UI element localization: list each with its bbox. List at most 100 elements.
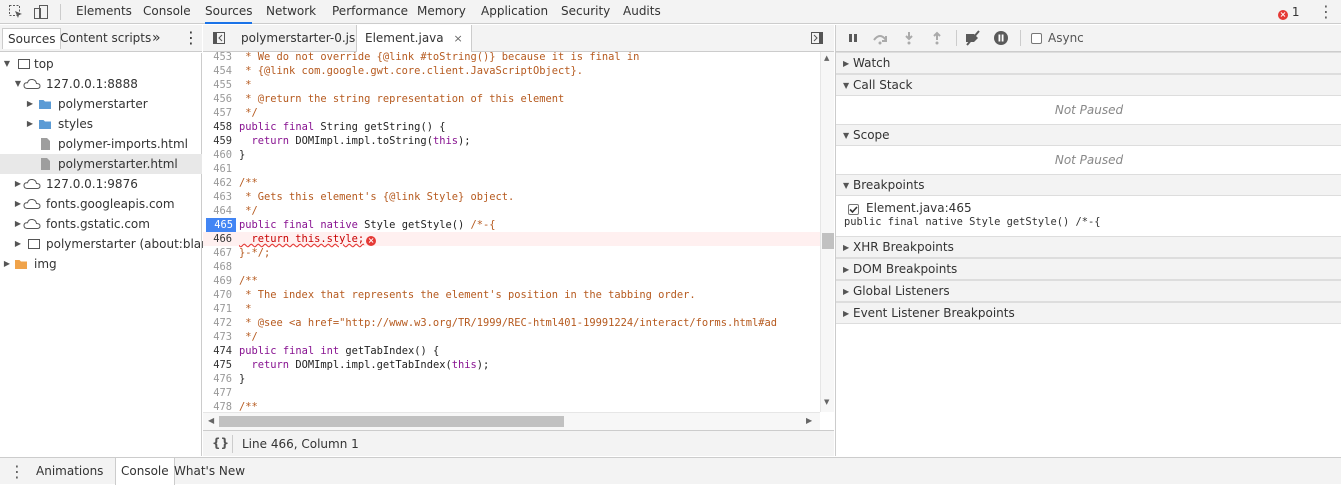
expand-arrow-icon[interactable]: ▼: [13, 74, 23, 94]
tab-animations[interactable]: Animations: [31, 458, 108, 485]
error-icon[interactable]: ×: [366, 236, 377, 246]
watch-section-header[interactable]: ▶ Watch: [836, 52, 1341, 74]
breakpoint-checkbox[interactable]: [848, 202, 859, 216]
step-out-icon[interactable]: [929, 30, 945, 46]
code-editor[interactable]: 453 * We do not override {@link #toStrin…: [203, 52, 820, 412]
customize-menu-icon[interactable]: ⋮: [1318, 3, 1334, 21]
navigator-menu-icon[interactable]: ⋮: [178, 28, 204, 49]
code-line[interactable]: 471 *: [203, 302, 820, 316]
line-number[interactable]: 456: [203, 92, 232, 106]
tab-console[interactable]: Console: [143, 0, 191, 24]
line-number[interactable]: 463: [203, 190, 232, 204]
tab-sources-navigator[interactable]: Sources: [2, 28, 62, 49]
code-line[interactable]: 457 */: [203, 106, 820, 120]
toggle-debugger-icon[interactable]: [810, 31, 824, 45]
global-listeners-section-header[interactable]: ▶ Global Listeners: [836, 280, 1341, 302]
code-line[interactable]: 456 * @return the string representation …: [203, 92, 820, 106]
code-line[interactable]: 454 * {@link com.google.gwt.core.client.…: [203, 64, 820, 78]
tab-application[interactable]: Application: [481, 0, 548, 24]
line-number[interactable]: 469: [203, 274, 232, 288]
device-toolbar-icon[interactable]: [33, 4, 49, 20]
line-number[interactable]: 464: [203, 204, 232, 218]
tab-element-java[interactable]: Element.java ×: [356, 25, 472, 53]
line-number[interactable]: 455: [203, 78, 232, 92]
code-line[interactable]: 463 * Gets this element's {@link Style} …: [203, 190, 820, 204]
line-number[interactable]: 454: [203, 64, 232, 78]
call-stack-section-header[interactable]: ▼ Call Stack: [836, 74, 1341, 96]
line-number[interactable]: 467: [203, 246, 232, 260]
expand-arrow-icon[interactable]: ▶: [13, 234, 23, 254]
tab-sources[interactable]: Sources: [205, 0, 253, 24]
line-number[interactable]: 474: [203, 344, 232, 358]
breakpoint-line-number[interactable]: 465: [206, 218, 236, 232]
line-number[interactable]: 475: [203, 358, 232, 372]
pause-icon[interactable]: [845, 30, 861, 46]
scroll-up-icon[interactable]: ▲: [824, 54, 829, 62]
tab-network[interactable]: Network: [266, 0, 316, 24]
code-line[interactable]: 465 public final native Style getStyle() …: [203, 218, 820, 232]
tab-console-drawer[interactable]: Console: [115, 458, 175, 485]
tree-item-fonts-googleapis[interactable]: ▶ fonts.googleapis.com: [0, 194, 202, 214]
tree-item-localhost-9876[interactable]: ▶ 127.0.0.1:9876: [0, 174, 202, 194]
expand-arrow-icon[interactable]: ▼: [2, 54, 12, 74]
tree-item-polymerstarter-html[interactable]: polymerstarter.html: [0, 154, 202, 174]
tab-content-scripts[interactable]: Content scripts: [55, 28, 156, 49]
code-line[interactable]: 460}: [203, 148, 820, 162]
toggle-navigator-icon[interactable]: [212, 31, 226, 45]
code-line[interactable]: 453 * We do not override {@link #toStrin…: [203, 52, 820, 64]
expand-arrow-icon[interactable]: ▶: [25, 94, 35, 114]
tree-item-top[interactable]: ▼ top: [0, 54, 202, 74]
tab-performance[interactable]: Performance: [332, 0, 408, 24]
scroll-down-icon[interactable]: ▼: [824, 398, 829, 406]
code-line[interactable]: 470 * The index that represents the elem…: [203, 288, 820, 302]
tree-item-about-blank-frame[interactable]: ▶ polymerstarter (about:blank): [0, 234, 220, 254]
code-line[interactable]: 476}: [203, 372, 820, 386]
scrollbar-thumb[interactable]: [219, 416, 564, 427]
breakpoints-section-header[interactable]: ▼ Breakpoints: [836, 174, 1341, 196]
code-line[interactable]: 468: [203, 260, 820, 274]
step-into-icon[interactable]: [901, 30, 917, 46]
expand-arrow-icon[interactable]: ▶: [2, 254, 12, 274]
tree-item-img-folder[interactable]: ▶ img: [0, 254, 202, 274]
tab-security[interactable]: Security: [561, 0, 610, 24]
line-number[interactable]: 473: [203, 330, 232, 344]
line-number[interactable]: 470: [203, 288, 232, 302]
code-line[interactable]: 472 * @see <a href="http://www.w3.org/TR…: [203, 316, 820, 330]
line-number[interactable]: 472: [203, 316, 232, 330]
code-line[interactable]: 455 *: [203, 78, 820, 92]
inspect-element-icon[interactable]: [8, 4, 24, 20]
code-line[interactable]: 475 return DOMImpl.impl.getTabIndex(this…: [203, 358, 820, 372]
code-line[interactable]: 473 */: [203, 330, 820, 344]
drawer-menu-icon[interactable]: ⋮: [9, 462, 25, 481]
line-number[interactable]: 458: [203, 120, 232, 134]
line-number[interactable]: 461: [203, 162, 232, 176]
expand-arrow-icon[interactable]: ▶: [13, 214, 23, 234]
code-line[interactable]: 459 return DOMImpl.impl.toString(this);: [203, 134, 820, 148]
vertical-scrollbar[interactable]: ▲ ▼: [820, 52, 834, 412]
tree-item-polymer-imports[interactable]: polymer-imports.html: [0, 134, 202, 154]
code-line[interactable]: 469 /**: [203, 274, 820, 288]
deactivate-breakpoints-icon[interactable]: [964, 30, 980, 46]
tab-audits[interactable]: Audits: [623, 0, 661, 24]
code-line[interactable]: 474 public final int getTabIndex() {: [203, 344, 820, 358]
breakpoint-item[interactable]: Element.java:465 public final native Sty…: [836, 196, 1341, 236]
tree-item-styles-folder[interactable]: ▶ styles: [0, 114, 202, 134]
tab-elements[interactable]: Elements: [76, 0, 132, 24]
close-tab-icon[interactable]: ×: [453, 32, 462, 45]
code-line[interactable]: 461: [203, 162, 820, 176]
line-number[interactable]: 477: [203, 386, 232, 400]
tree-item-localhost-8888[interactable]: ▼ 127.0.0.1:8888: [0, 74, 202, 94]
code-line[interactable]: 467}-*/;: [203, 246, 820, 260]
code-line[interactable]: 477: [203, 386, 820, 400]
code-line[interactable]: 466 return this.style; ×: [203, 232, 820, 246]
tree-item-polymerstarter-folder[interactable]: ▶ polymerstarter: [0, 94, 202, 114]
tab-whats-new[interactable]: What's New: [169, 458, 250, 485]
dom-breakpoints-section-header[interactable]: ▶ DOM Breakpoints: [836, 258, 1341, 280]
scroll-left-icon[interactable]: ◀: [208, 416, 214, 425]
error-counter[interactable]: × 1: [1278, 4, 1299, 20]
line-number[interactable]: 478: [203, 400, 232, 412]
tree-item-fonts-gstatic[interactable]: ▶ fonts.gstatic.com: [0, 214, 202, 234]
tab-polymerstarter-js[interactable]: polymerstarter-0.js: [233, 25, 363, 52]
line-number[interactable]: 471: [203, 302, 232, 316]
scroll-right-icon[interactable]: ▶: [806, 416, 812, 425]
